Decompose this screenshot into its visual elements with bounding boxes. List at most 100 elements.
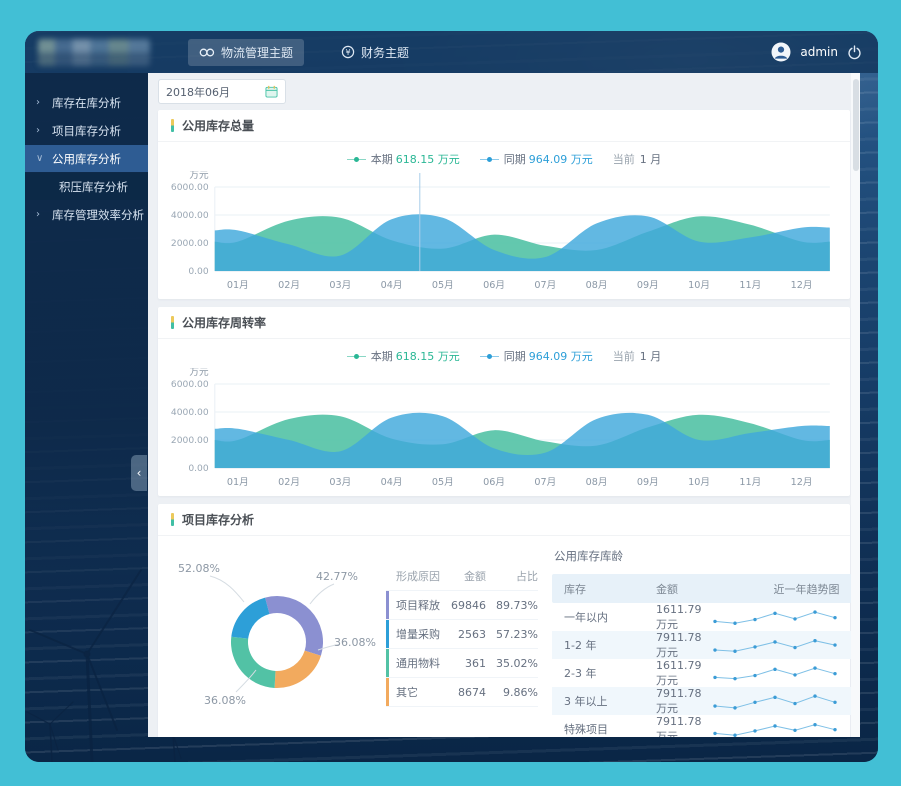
area-chart-turnover-rate: 6000.004000.002000.000.00万元01月02月03月04月0… xyxy=(166,368,842,492)
sidebar-item-3[interactable]: 积压库存分析 xyxy=(25,173,148,200)
cell: 通用物料 xyxy=(396,655,442,671)
age-label: 1-2 年 xyxy=(564,637,656,653)
tab-logistics-theme[interactable]: 物流管理主题 xyxy=(188,39,304,66)
chart-block: 本期 618.15 万元 同期 964.09 万元 当前 1 月 xyxy=(158,339,850,496)
title-accent-bar xyxy=(171,513,174,526)
legend-marker-icon xyxy=(347,157,366,162)
sidebar-nav: ›库存在库分析›项目库存分析 ∨ 公用库存分析积压库存分析›库存管理效率分析 xyxy=(25,73,148,762)
x-tick-label: 02月 xyxy=(278,477,300,488)
x-tick-label: 08月 xyxy=(586,477,608,488)
x-tick-label: 06月 xyxy=(483,477,505,488)
project-analysis-body: 52.08% 42.77% 36.08% 36.08% 形成原因金额占比项目释放… xyxy=(158,536,850,737)
cell: 9.86% xyxy=(486,686,538,699)
y-tick-label: 2000.00 xyxy=(171,436,209,446)
panel-title: 项目库存分析 xyxy=(182,511,254,528)
table-row: 通用物料36135.02% xyxy=(386,649,538,678)
logout-power-icon[interactable] xyxy=(847,45,862,60)
x-tick-label: 05月 xyxy=(432,280,454,291)
main-content: 2018年06月 公用库存总量 本期 618.15 万元 xyxy=(148,73,860,737)
month-picker-input[interactable]: 2018年06月 xyxy=(158,79,286,104)
legend-item-current-period[interactable]: 本期 618.15 万元 xyxy=(347,151,460,167)
x-tick-label: 03月 xyxy=(329,477,351,488)
title-accent-bar xyxy=(171,119,174,132)
panel-title: 公用库存周转率 xyxy=(182,314,266,331)
x-tick-label: 08月 xyxy=(586,280,608,291)
title-accent-bar xyxy=(171,316,174,329)
cell: 69846 xyxy=(442,599,486,612)
panel-project-analysis: 项目库存分析 xyxy=(158,504,850,737)
x-tick-label: 06月 xyxy=(483,280,505,291)
sidebar-item-2[interactable]: ∨ 公用库存分析 xyxy=(25,145,148,172)
legend-marker-icon xyxy=(480,157,499,162)
toolbar: 2018年06月 xyxy=(148,73,860,110)
sidebar-collapse-handle[interactable]: ‹ xyxy=(131,455,147,491)
sidebar-item-4[interactable]: ›库存管理效率分析 xyxy=(25,201,148,228)
amount-value: 7911.78 万元 xyxy=(656,687,702,716)
donut-callout-line xyxy=(210,576,244,602)
cell: 8674 xyxy=(442,686,486,699)
sidebar-item-0[interactable]: ›库存在库分析 xyxy=(25,89,148,116)
x-tick-label: 11月 xyxy=(739,280,761,291)
area-chart-total-inventory: 6000.004000.002000.000.00万元01月02月03月04月0… xyxy=(166,171,842,295)
cell: 占比 xyxy=(486,568,538,584)
y-axis-unit: 万元 xyxy=(189,368,209,378)
cell: 89.73% xyxy=(486,599,538,612)
theme-tabs: 物流管理主题 ¥ 财务主题 xyxy=(188,39,420,66)
chevron-right-icon: › xyxy=(36,210,45,220)
legend-item-same-period[interactable]: 同期 964.09 万元 xyxy=(480,151,593,167)
cause-table-header: 形成原因金额占比 xyxy=(386,562,538,591)
trend-sparkline xyxy=(710,607,840,627)
chart-legend: 本期 618.15 万元 同期 964.09 万元 当前 1 月 xyxy=(166,341,842,368)
panel-header: 项目库存分析 xyxy=(158,504,850,536)
top-header-bar: 物流管理主题 ¥ 财务主题 admin xyxy=(25,31,878,73)
calendar-icon xyxy=(265,85,278,98)
panel-turnover-rate: 公用库存周转率 本期 618.15 万元 同期 964.09 万元 xyxy=(158,307,850,496)
column-header: 库存 xyxy=(564,581,656,597)
sidebar-item-label: 公用库存分析 xyxy=(52,151,121,167)
age-label: 3 年以上 xyxy=(564,693,656,709)
chart-legend: 本期 618.15 万元 同期 964.09 万元 当前 1 月 xyxy=(166,144,842,171)
trend-sparkline xyxy=(710,719,840,737)
x-tick-label: 07月 xyxy=(534,280,556,291)
table-row: 特殊项目7911.78 万元 xyxy=(552,715,852,737)
finance-theme-icon: ¥ xyxy=(341,45,355,59)
donut-label: 42.77% xyxy=(316,570,358,583)
trend-sparkline xyxy=(710,663,840,683)
donut-label: 36.08% xyxy=(204,694,246,707)
cell: 增量采购 xyxy=(396,626,442,642)
tab-finance-theme[interactable]: ¥ 财务主题 xyxy=(330,39,420,66)
x-tick-label: 12月 xyxy=(791,280,813,291)
age-section: 公用库存库龄 库存金额近一年趋势图一年以内1611.79 万元1-2 年7911… xyxy=(548,544,860,737)
x-tick-label: 09月 xyxy=(637,477,659,488)
legend-marker-icon xyxy=(347,354,366,359)
chevron-down-icon: ∨ xyxy=(36,154,45,164)
legend-item-same-period[interactable]: 同期 964.09 万元 xyxy=(480,348,593,364)
y-axis-unit: 万元 xyxy=(189,171,209,181)
x-tick-label: 03月 xyxy=(329,280,351,291)
cell: 其它 xyxy=(396,684,442,700)
app-window: 物流管理主题 ¥ 财务主题 admin ›库存在库分析›项目库存分析∨公用库存分… xyxy=(25,31,878,762)
legend-marker-icon xyxy=(480,354,499,359)
table-row: 增量采购256357.23% xyxy=(386,620,538,649)
age-table: 库存金额近一年趋势图一年以内1611.79 万元1-2 年7911.78 万元2… xyxy=(552,574,852,737)
y-tick-label: 0.00 xyxy=(188,267,209,277)
sidebar-item-1[interactable]: ›项目库存分析 xyxy=(25,117,148,144)
amount-value: 7911.78 万元 xyxy=(656,715,702,738)
donut-label: 36.08% xyxy=(334,636,376,649)
x-tick-label: 07月 xyxy=(534,477,556,488)
legend-item-current-period[interactable]: 本期 618.15 万元 xyxy=(347,348,460,364)
scrollbar[interactable] xyxy=(851,73,860,737)
age-table-title: 公用库存库龄 xyxy=(554,548,852,564)
user-avatar[interactable] xyxy=(771,42,791,62)
chevron-right-icon: › xyxy=(36,126,45,136)
scrollbar-thumb[interactable] xyxy=(853,79,859,171)
svg-text:¥: ¥ xyxy=(345,48,350,57)
page: 物流管理主题 ¥ 财务主题 admin ›库存在库分析›项目库存分析∨公用库存分… xyxy=(0,0,901,786)
chart-block: 本期 618.15 万元 同期 964.09 万元 当前 1 月 xyxy=(158,142,850,299)
table-row: 项目释放6984689.73% xyxy=(386,591,538,620)
age-label: 2-3 年 xyxy=(564,665,656,681)
user-area: admin xyxy=(771,42,862,62)
donut-callout-line xyxy=(310,584,334,604)
age-table-header: 库存金额近一年趋势图 xyxy=(552,574,852,603)
tab-label: 财务主题 xyxy=(361,44,409,61)
